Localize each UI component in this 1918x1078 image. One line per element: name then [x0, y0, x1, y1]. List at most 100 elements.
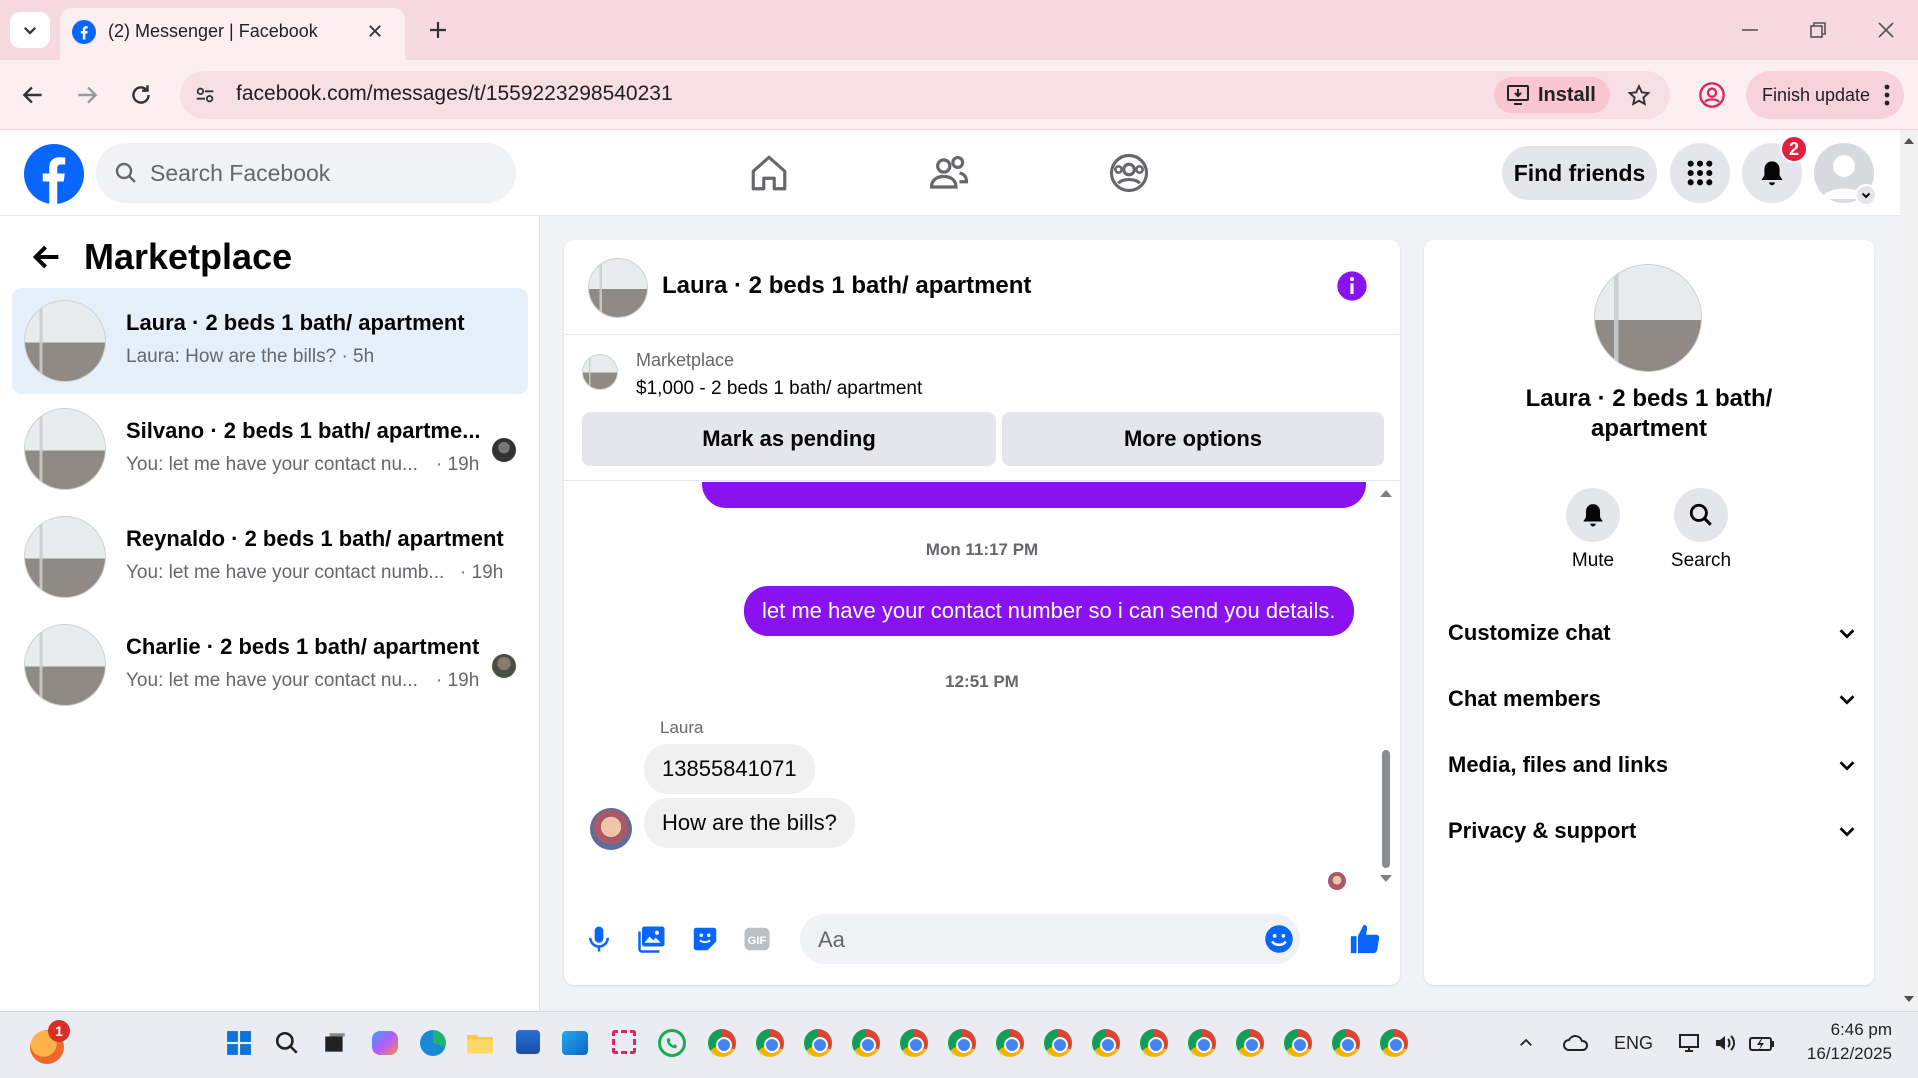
conversation-item-reynaldo[interactable]: Reynaldo · 2 beds 1 bath/ apartment You:… — [12, 504, 528, 610]
like-thumb-icon[interactable] — [1348, 922, 1382, 956]
close-window-icon[interactable] — [1874, 18, 1898, 42]
chrome-window-icon[interactable] — [852, 1029, 880, 1057]
chrome-window-icon[interactable] — [804, 1029, 832, 1057]
chrome-window-icon[interactable] — [900, 1029, 928, 1057]
chrome-window-icon[interactable] — [1332, 1029, 1360, 1057]
chrome-window-icon[interactable] — [1188, 1029, 1216, 1057]
profile-icon[interactable] — [1698, 81, 1726, 109]
volume-icon[interactable] — [1712, 1031, 1738, 1055]
chrome-window-icon[interactable] — [1236, 1029, 1264, 1057]
customize-chat-row[interactable]: Customize chat — [1448, 608, 1858, 658]
copilot-icon[interactable] — [372, 1031, 398, 1055]
chrome-window-icon[interactable] — [1140, 1029, 1168, 1057]
tab-search-button[interactable] — [10, 12, 50, 48]
chat-window: Laura · 2 beds 1 bath/ apartment Marketp… — [564, 240, 1400, 985]
restore-icon[interactable] — [1806, 18, 1830, 42]
clock-time[interactable]: 6:46 pm — [1800, 1020, 1892, 1040]
emoji-icon[interactable] — [1264, 924, 1294, 954]
scroll-thumb[interactable] — [1382, 750, 1390, 868]
info-avatar — [1594, 264, 1702, 372]
reload-icon[interactable] — [128, 82, 154, 108]
minimize-icon[interactable] — [1738, 18, 1762, 42]
file-explorer-icon[interactable] — [466, 1030, 494, 1056]
chrome-window-icon[interactable] — [1044, 1029, 1072, 1057]
forward-icon[interactable] — [74, 82, 100, 108]
outlook-icon[interactable] — [562, 1031, 588, 1055]
finish-update-button[interactable]: Finish update — [1746, 71, 1904, 119]
photo-icon[interactable] — [636, 924, 668, 954]
chrome-window-icon[interactable] — [996, 1029, 1024, 1057]
task-view-icon[interactable] — [322, 1030, 348, 1056]
chat-members-row[interactable]: Chat members — [1448, 674, 1858, 724]
chrome-window-icon[interactable] — [756, 1029, 784, 1057]
scroll-up-icon[interactable] — [1904, 136, 1914, 146]
home-icon[interactable] — [748, 152, 790, 194]
message-placeholder: Aa — [818, 927, 845, 952]
menu-button[interactable] — [1670, 143, 1730, 203]
facebook-search[interactable]: Search Facebook — [96, 143, 516, 203]
network-icon[interactable] — [1676, 1031, 1702, 1055]
chrome-window-icon[interactable] — [708, 1029, 736, 1057]
chat-title[interactable]: Laura · 2 beds 1 bath/ apartment — [662, 272, 1031, 300]
site-settings-icon[interactable] — [194, 84, 216, 106]
outgoing-message[interactable]: let me have your contact number so i can… — [744, 586, 1354, 636]
whatsapp-icon[interactable] — [658, 1029, 686, 1057]
clock-date[interactable]: 16/12/2025 — [1786, 1044, 1892, 1064]
chevron-down-icon — [1839, 629, 1855, 639]
install-app-button[interactable]: Install — [1494, 77, 1610, 113]
chrome-window-icon[interactable] — [1284, 1029, 1312, 1057]
conversation-item-charlie[interactable]: Charlie · 2 beds 1 bath/ apartment You: … — [12, 612, 528, 718]
store-icon[interactable] — [516, 1030, 540, 1054]
account-dropdown[interactable] — [1855, 184, 1877, 206]
mark-as-pending-button[interactable]: Mark as pending — [582, 412, 996, 466]
privacy-support-row[interactable]: Privacy & support — [1448, 806, 1858, 856]
show-hidden-icons-icon[interactable] — [1516, 1034, 1536, 1052]
chat-scrollbar[interactable] — [1378, 484, 1394, 888]
media-files-links-row[interactable]: Media, files and links — [1448, 740, 1858, 790]
info-icon[interactable] — [1336, 270, 1368, 302]
incoming-message[interactable]: How are the bills? — [644, 798, 855, 848]
chrome-window-icon[interactable] — [1380, 1029, 1408, 1057]
incoming-message[interactable]: 13855841071 — [644, 744, 815, 794]
windows-start-icon[interactable] — [226, 1030, 252, 1056]
mute-button[interactable] — [1566, 488, 1620, 542]
scroll-up-icon[interactable] — [1380, 488, 1392, 498]
page-scrollbar[interactable] — [1900, 130, 1918, 1011]
battery-icon[interactable] — [1748, 1031, 1776, 1055]
search-conversation-button[interactable] — [1674, 488, 1728, 542]
gif-icon[interactable]: GIF — [742, 924, 772, 954]
message-input[interactable]: Aa — [800, 914, 1300, 964]
url-text[interactable]: facebook.com/messages/t/1559223298540231 — [236, 82, 673, 106]
new-tab-icon[interactable] — [426, 18, 450, 42]
facebook-logo-icon[interactable] — [24, 144, 84, 204]
bookmark-star-icon[interactable] — [1626, 83, 1652, 109]
conversation-item-silvano[interactable]: Silvano · 2 beds 1 bath/ apartme... You:… — [12, 396, 528, 502]
scroll-down-icon[interactable] — [1904, 994, 1914, 1004]
browser-tab[interactable]: (2) Messenger | Facebook — [60, 8, 405, 60]
address-bar[interactable]: facebook.com/messages/t/1559223298540231… — [180, 71, 1670, 119]
chat-avatar[interactable] — [588, 258, 648, 318]
previous-outgoing-bubble — [702, 482, 1366, 508]
close-tab-icon[interactable] — [366, 22, 384, 40]
chrome-window-icon[interactable] — [1092, 1029, 1120, 1057]
language-indicator[interactable]: ENG — [1614, 1033, 1653, 1054]
edge-icon[interactable] — [420, 1030, 446, 1056]
onedrive-icon[interactable] — [1562, 1032, 1590, 1054]
find-friends-button[interactable]: Find friends — [1502, 146, 1657, 200]
more-options-button[interactable]: More options — [1002, 412, 1384, 466]
chrome-window-icon[interactable] — [948, 1029, 976, 1057]
scroll-down-icon[interactable] — [1380, 874, 1392, 884]
back-icon[interactable] — [20, 82, 46, 108]
listing-thumbnail — [582, 354, 618, 390]
groups-icon[interactable] — [1108, 152, 1150, 194]
back-arrow-icon[interactable] — [30, 240, 64, 274]
conversation-item-laura[interactable]: Laura · 2 beds 1 bath/ apartment Laura: … — [12, 288, 528, 394]
taskbar-search-icon[interactable] — [274, 1030, 300, 1056]
conversation-title: Laura · 2 beds 1 bath/ apartment — [126, 310, 465, 335]
snipping-tool-icon[interactable] — [612, 1030, 636, 1054]
sticker-icon[interactable] — [690, 924, 720, 954]
install-icon — [1507, 85, 1529, 105]
microphone-icon[interactable] — [584, 924, 614, 954]
friends-icon[interactable] — [928, 152, 970, 194]
timestamp: 12:51 PM — [945, 672, 1019, 691]
